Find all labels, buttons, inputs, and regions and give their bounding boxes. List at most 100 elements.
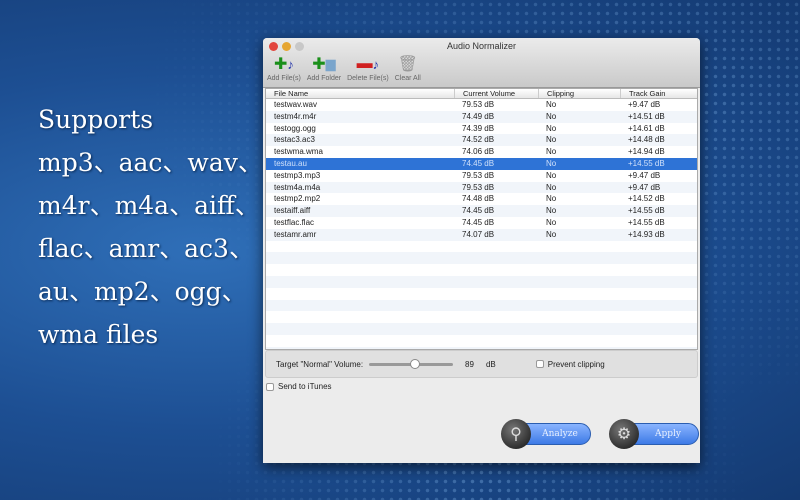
- table-cell: testflac.flac: [274, 217, 315, 227]
- table-cell: 79.53 dB: [462, 170, 495, 180]
- empty-row: [266, 252, 697, 265]
- table-cell: No: [546, 206, 557, 216]
- table-cell: testmp3.mp3: [274, 170, 321, 180]
- promo-line: m4r、m4a、aiff、: [38, 191, 260, 220]
- magnifier-icon: ⚲: [501, 419, 531, 449]
- table-cell: +14.55 dB: [628, 158, 665, 168]
- table-row[interactable]: testogg.ogg 74.39 dB No +14.61 dB: [266, 123, 697, 135]
- table-cell: No: [546, 158, 557, 168]
- table-cell: +9.47 dB: [628, 182, 661, 192]
- table-cell: testamr.amr: [274, 229, 317, 239]
- volume-value: 89: [465, 359, 474, 369]
- column-header[interactable]: Current Volume: [454, 89, 538, 98]
- add-file-icon: ✚ ♪: [273, 56, 294, 73]
- empty-row: [266, 335, 697, 347]
- table-cell: +14.55 dB: [628, 206, 665, 216]
- trash-icon: 🗑: [397, 56, 418, 73]
- promo-line: wma files: [38, 320, 159, 349]
- volume-unit: dB: [485, 359, 496, 369]
- table-cell: testau.au: [274, 158, 307, 168]
- empty-row: [266, 323, 697, 335]
- table-cell: 74.45 dB: [462, 217, 495, 227]
- table-cell: No: [546, 111, 557, 121]
- promo-line: flac、amr、ac3、: [38, 234, 254, 263]
- table-cell: 74.52 dB: [462, 135, 495, 145]
- send-to-itunes-checkbox[interactable]: Send to iTunes: [266, 382, 332, 391]
- file-table: File Name Current Volume Clipping Track …: [265, 88, 698, 350]
- table-row[interactable]: testmp3.mp3 79.53 dB No +9.47 dB: [266, 170, 697, 182]
- table-cell: testwav.wav: [274, 100, 317, 109]
- table-cell: 74.07 dB: [462, 229, 495, 239]
- add-folder-icon: ✚ ▆: [312, 56, 336, 73]
- table-row[interactable]: testwav.wav 79.53 dB No +9.47 dB: [266, 99, 697, 111]
- table-row[interactable]: testac3.ac3 74.52 dB No +14.48 dB: [266, 134, 697, 147]
- table-cell: +9.47 dB: [628, 170, 661, 180]
- table-header: File Name Current Volume Clipping Track …: [266, 89, 697, 99]
- table-cell: No: [546, 217, 557, 227]
- table-row[interactable]: testamr.amr 74.07 dB No +14.93 dB: [266, 228, 697, 241]
- table-cell: 74.49 dB: [462, 111, 495, 121]
- volume-slider[interactable]: [369, 358, 454, 369]
- table-row[interactable]: testwma.wma 74.06 dB No +14.94 dB: [266, 146, 697, 158]
- table-row[interactable]: testm4r.m4r 74.49 dB No +14.51 dB: [266, 110, 697, 123]
- add-folder-button[interactable]: ✚ ▆ Add Folder: [307, 53, 341, 82]
- delete-files-button[interactable]: ▬ ♪ Delete File(s): [347, 53, 389, 82]
- window-title: Audio Normalizer: [446, 41, 517, 51]
- table-cell: No: [546, 135, 557, 145]
- table-cell: No: [546, 147, 557, 157]
- table-cell: +14.51 dB: [628, 111, 665, 121]
- table-cell: +14.55 dB: [628, 217, 665, 227]
- table-cell: testmp2.mp2: [274, 194, 321, 204]
- table-row[interactable]: testm4a.m4a 79.53 dB No +9.47 dB: [266, 181, 697, 194]
- table-cell: 79.53 dB: [462, 182, 495, 192]
- table-cell: +14.94 dB: [628, 147, 665, 157]
- column-header[interactable]: File Name: [266, 89, 454, 98]
- empty-row: [266, 299, 697, 312]
- slider-knob[interactable]: [410, 358, 421, 369]
- table-cell: +9.47 dB: [628, 100, 661, 109]
- empty-row: [266, 264, 697, 276]
- table-cell: testwma.wma: [274, 147, 323, 157]
- table-cell: No: [546, 123, 557, 133]
- gear-icon: ⚙: [609, 419, 639, 449]
- table-row[interactable]: testaiff.aiff 74.45 dB No +14.55 dB: [266, 205, 697, 217]
- table-cell: +14.93 dB: [628, 229, 665, 239]
- apply-button[interactable]: ⚙ Apply: [609, 419, 699, 449]
- table-cell: 79.53 dB: [462, 100, 495, 109]
- table-cell: testac3.ac3: [274, 135, 315, 145]
- table-cell: 74.45 dB: [462, 158, 495, 168]
- app-window: Audio Normalizer ✚ ♪ Add File(s) ✚ ▆ Add Fol…: [263, 38, 700, 463]
- table-row[interactable]: testflac.flac 74.45 dB No +14.55 dB: [266, 217, 697, 229]
- promo-line: au、mp2、ogg、: [38, 277, 247, 306]
- table-cell: No: [546, 170, 557, 180]
- table-cell: 74.39 dB: [462, 123, 495, 133]
- table-cell: No: [546, 100, 557, 109]
- table-row[interactable]: testmp2.mp2 74.48 dB No +14.52 dB: [266, 193, 697, 205]
- target-volume-panel: Target "Normal" Volume: 89 dB Prevent cl…: [265, 350, 698, 378]
- promo-line: Supports: [38, 105, 154, 134]
- add-files-button[interactable]: ✚ ♪ Add File(s): [267, 53, 301, 82]
- promo-text: Supports mp3、aac、wav、 m4r、m4a、aiff、 flac、am…: [38, 98, 263, 356]
- prevent-clipping-checkbox[interactable]: Prevent clipping: [535, 360, 605, 369]
- table-cell: No: [546, 229, 557, 239]
- column-header[interactable]: Track Gain: [620, 89, 697, 98]
- table-row[interactable]: testau.au 74.45 dB No +14.55 dB: [266, 157, 697, 170]
- promo-line: mp3、aac、wav、: [38, 148, 263, 177]
- table-cell: No: [546, 182, 557, 192]
- table-cell: No: [546, 194, 557, 204]
- table-cell: 74.48 dB: [462, 194, 495, 204]
- column-header[interactable]: Clipping: [538, 89, 620, 98]
- empty-row: [266, 288, 697, 300]
- table-cell: testaiff.aiff: [274, 206, 311, 216]
- table-cell: testm4r.m4r: [274, 111, 317, 121]
- clear-all-button[interactable]: 🗑 Clear All: [395, 53, 421, 82]
- table-cell: 74.45 dB: [462, 206, 495, 216]
- table-cell: +14.48 dB: [628, 135, 665, 145]
- empty-row: [266, 241, 697, 253]
- empty-row: [266, 311, 697, 323]
- table-cell: 74.06 dB: [462, 147, 495, 157]
- empty-row: [266, 275, 697, 288]
- table-cell: +14.61 dB: [628, 123, 665, 133]
- target-volume-label: Target "Normal" Volume:: [276, 359, 364, 369]
- analyze-button[interactable]: ⚲ Analyze: [501, 419, 591, 449]
